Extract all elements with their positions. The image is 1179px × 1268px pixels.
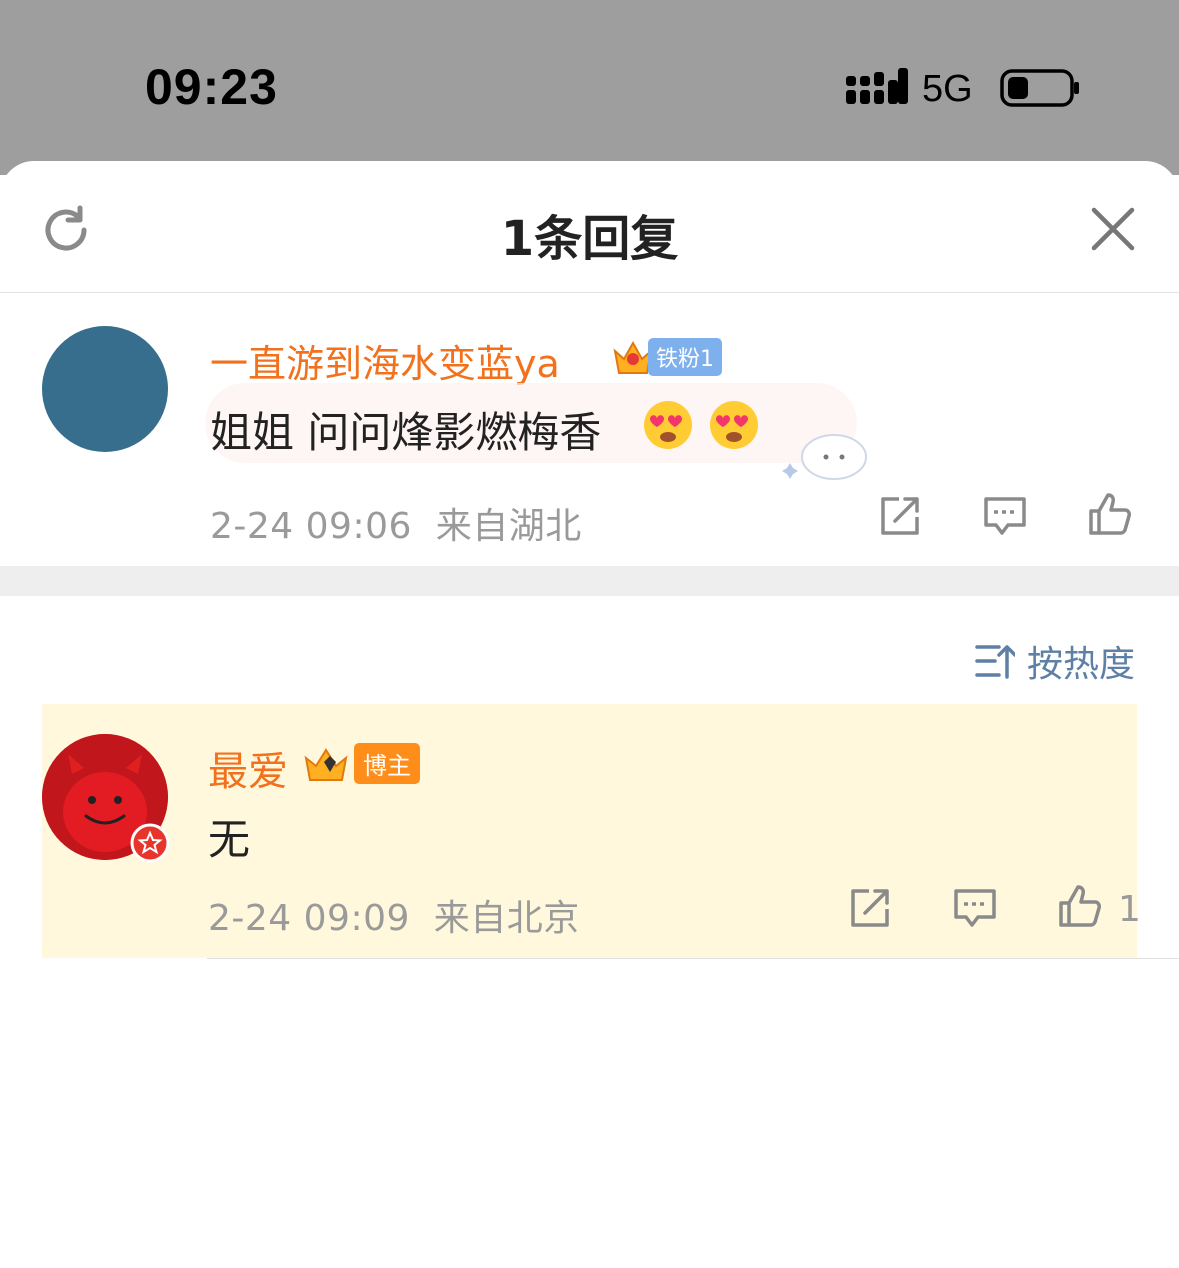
location: 来自北京: [433, 898, 580, 939]
sheet-title: 1条回复: [500, 211, 679, 267]
comment-timestamp: 2-24 09:06 来自湖北: [210, 497, 582, 549]
signal-icon: [846, 68, 908, 104]
verified-star-icon: [130, 823, 170, 863]
bubble-sticker-icon: [782, 434, 867, 480]
heart-eyes-emoji: [710, 401, 758, 449]
share-icon[interactable]: [847, 885, 893, 931]
fan-badge-label: 铁粉1: [648, 338, 722, 376]
like-icon[interactable]: [1087, 491, 1133, 537]
comment-username[interactable]: 一直游到海水变蓝ya: [210, 333, 560, 388]
battery-icon: [1000, 69, 1079, 107]
heart-eyes-emoji: [644, 401, 692, 449]
network-type: 5G: [922, 68, 973, 110]
comment-text: 无: [208, 815, 251, 864]
close-icon[interactable]: [1090, 206, 1136, 252]
status-time: 09:23: [145, 59, 278, 115]
sort-label: 按热度: [1027, 644, 1136, 685]
comment-text: 姐姐 问问烽影燃梅香: [210, 408, 602, 457]
crown-icon: [304, 747, 348, 781]
timestamp: 2-24 09:09: [208, 898, 410, 939]
share-icon[interactable]: [877, 493, 923, 539]
timestamp: 2-24 09:06: [210, 506, 412, 547]
sort-button[interactable]: 按热度: [975, 639, 1135, 685]
status-bar: 09:23 5G: [0, 0, 1179, 175]
comment-icon[interactable]: [952, 885, 998, 931]
divider: [207, 958, 1179, 959]
comment-timestamp: 2-24 09:09 来自北京: [208, 889, 580, 941]
blogger-badge: 博主: [302, 743, 420, 784]
sort-icon: [975, 645, 1015, 679]
like-count: 1: [1118, 889, 1141, 930]
blogger-badge-label: 博主: [354, 743, 420, 784]
avatar[interactable]: [42, 326, 168, 452]
section-divider: [0, 566, 1179, 596]
reply-sheet: 1条回复 一直游到海水变蓝ya 铁粉1 姐姐 问问烽影燃梅香 2-24 09:0…: [0, 161, 1179, 1268]
comment-icon[interactable]: [982, 493, 1028, 539]
sheet-header: 1条回复: [0, 161, 1179, 293]
location: 来自湖北: [435, 506, 582, 547]
fan-badge[interactable]: 铁粉1: [612, 337, 722, 377]
comment-username[interactable]: 最爱: [208, 739, 288, 797]
like-icon[interactable]: [1057, 883, 1103, 929]
